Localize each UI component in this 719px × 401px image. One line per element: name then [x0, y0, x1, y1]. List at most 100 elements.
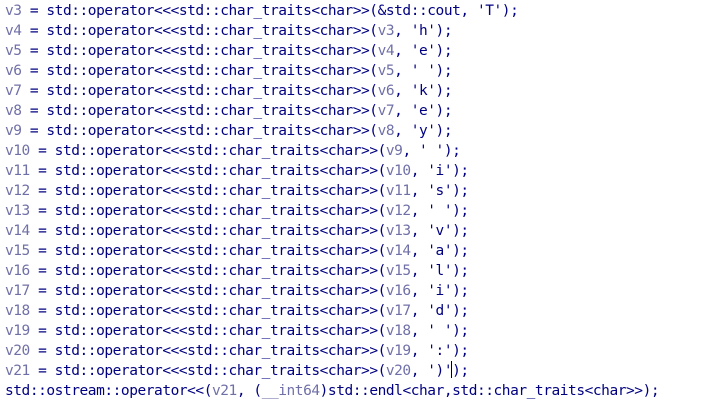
variable-token[interactable]: v5	[5, 43, 22, 59]
code-token: = std::operator<<<std::char_traits<char>…	[29, 343, 386, 359]
code-token: , 'i');	[410, 283, 469, 299]
variable-token[interactable]: v7	[378, 103, 395, 119]
variable-token[interactable]: v12	[5, 183, 30, 199]
code-line[interactable]: v6 = std::operator<<<std::char_traits<ch…	[5, 61, 719, 81]
variable-token[interactable]: v17	[5, 283, 30, 299]
variable-token[interactable]: v21	[5, 363, 30, 379]
variable-token[interactable]: v5	[378, 63, 395, 79]
code-token: , 'i');	[410, 163, 469, 179]
code-token: = std::operator<<<std::char_traits<char>…	[29, 223, 386, 239]
variable-token[interactable]: v13	[386, 223, 411, 239]
code-line[interactable]: v13 = std::operator<<<std::char_traits<c…	[5, 201, 719, 221]
variable-token[interactable]: v14	[386, 243, 411, 259]
code-token: );	[452, 363, 469, 379]
variable-token[interactable]: v6	[5, 63, 22, 79]
variable-token[interactable]: v16	[386, 283, 411, 299]
code-line[interactable]: v3 = std::operator<<<std::char_traits<ch…	[5, 1, 719, 21]
code-token: = std::operator<<<std::char_traits<char>…	[29, 183, 386, 199]
variable-token[interactable]: v11	[386, 183, 411, 199]
code-token: = std::operator<<<std::char_traits<char>…	[21, 123, 378, 139]
code-token: = std::operator<<<std::char_traits<char>…	[29, 323, 386, 339]
code-token: = std::operator<<<std::char_traits<char>…	[29, 263, 386, 279]
variable-token[interactable]: v18	[5, 303, 30, 319]
code-line[interactable]: v19 = std::operator<<<std::char_traits<c…	[5, 321, 719, 341]
variable-token[interactable]: v8	[378, 123, 395, 139]
variable-token[interactable]: v15	[5, 243, 30, 259]
code-token: )std::endl<char,std::char_traits<char>>)…	[319, 383, 660, 399]
code-token: = std::operator<<<std::char_traits<char>…	[21, 103, 378, 119]
code-token: , 'e');	[394, 43, 453, 59]
code-token: , ')'	[410, 363, 453, 379]
variable-token[interactable]: v11	[5, 163, 30, 179]
code-token: = std::operator<<<std::char_traits<char>…	[29, 283, 386, 299]
variable-token[interactable]: v8	[5, 103, 22, 119]
code-token: = std::operator<<<std::char_traits<char>…	[29, 203, 386, 219]
variable-token[interactable]: v16	[5, 263, 30, 279]
variable-token[interactable]: v21	[212, 383, 237, 399]
code-line[interactable]: v21 = std::operator<<<std::char_traits<c…	[5, 361, 719, 381]
variable-token[interactable]: v10	[5, 143, 30, 159]
code-token: , ' ');	[394, 63, 453, 79]
code-token: = std::operator<<<std::char_traits<char>…	[29, 243, 386, 259]
variable-token[interactable]: v3	[378, 23, 395, 39]
code-line[interactable]: v4 = std::operator<<<std::char_traits<ch…	[5, 21, 719, 41]
variable-token[interactable]: v6	[378, 83, 395, 99]
variable-token[interactable]: v3	[5, 3, 22, 19]
code-token: = std::operator<<<std::char_traits<char>…	[29, 303, 386, 319]
code-token: , 's');	[410, 183, 469, 199]
code-token: , ' ');	[402, 143, 461, 159]
code-line[interactable]: v5 = std::operator<<<std::char_traits<ch…	[5, 41, 719, 61]
variable-token[interactable]: v18	[386, 323, 411, 339]
code-token: = std::operator<<<std::char_traits<char>…	[21, 23, 378, 39]
code-token: , 'e');	[394, 103, 453, 119]
variable-token[interactable]: v9	[386, 143, 403, 159]
variable-token[interactable]: v4	[378, 43, 395, 59]
code-line[interactable]: v17 = std::operator<<<std::char_traits<c…	[5, 281, 719, 301]
variable-token[interactable]: v20	[386, 363, 411, 379]
code-line[interactable]: v12 = std::operator<<<std::char_traits<c…	[5, 181, 719, 201]
variable-token[interactable]: v13	[5, 203, 30, 219]
code-token: = std::operator<<<std::char_traits<char>…	[21, 3, 519, 19]
variable-token[interactable]: v4	[5, 23, 22, 39]
variable-token[interactable]: v12	[386, 203, 411, 219]
variable-token[interactable]: v7	[5, 83, 22, 99]
code-line[interactable]: v20 = std::operator<<<std::char_traits<c…	[5, 341, 719, 361]
code-line[interactable]: v7 = std::operator<<<std::char_traits<ch…	[5, 81, 719, 101]
code-token: , 'v');	[410, 223, 469, 239]
code-token: = std::operator<<<std::char_traits<char>…	[29, 143, 386, 159]
code-token: , 'k');	[394, 83, 453, 99]
code-token: , ' ');	[410, 323, 469, 339]
variable-token[interactable]: v14	[5, 223, 30, 239]
code-token: std::ostream::operator<<(	[5, 383, 212, 399]
code-line[interactable]: v18 = std::operator<<<std::char_traits<c…	[5, 301, 719, 321]
code-line[interactable]: std::ostream::operator<<(v21, (__int64)s…	[5, 381, 719, 401]
code-token: = std::operator<<<std::char_traits<char>…	[29, 363, 386, 379]
code-token: , 'l');	[410, 263, 469, 279]
code-line[interactable]: v16 = std::operator<<<std::char_traits<c…	[5, 261, 719, 281]
variable-token[interactable]: v15	[386, 263, 411, 279]
variable-token[interactable]: v19	[386, 343, 411, 359]
code-line[interactable]: v15 = std::operator<<<std::char_traits<c…	[5, 241, 719, 261]
code-line[interactable]: v9 = std::operator<<<std::char_traits<ch…	[5, 121, 719, 141]
code-line[interactable]: v11 = std::operator<<<std::char_traits<c…	[5, 161, 719, 181]
code-line[interactable]: v8 = std::operator<<<std::char_traits<ch…	[5, 101, 719, 121]
variable-token[interactable]: __int64	[262, 383, 320, 399]
code-line[interactable]: v14 = std::operator<<<std::char_traits<c…	[5, 221, 719, 241]
variable-token[interactable]: v19	[5, 323, 30, 339]
code-token: , 'a');	[410, 243, 469, 259]
code-token: , ':');	[410, 343, 469, 359]
code-token: = std::operator<<<std::char_traits<char>…	[21, 43, 378, 59]
code-token: , 'y');	[394, 123, 453, 139]
variable-token[interactable]: v10	[386, 163, 411, 179]
decompiler-code-view[interactable]: v3 = std::operator<<<std::char_traits<ch…	[5, 1, 719, 401]
variable-token[interactable]: v20	[5, 343, 30, 359]
code-token: = std::operator<<<std::char_traits<char>…	[29, 163, 386, 179]
variable-token[interactable]: v9	[5, 123, 22, 139]
code-token: , ' ');	[410, 203, 469, 219]
code-token: = std::operator<<<std::char_traits<char>…	[21, 63, 378, 79]
code-token: , 'd');	[410, 303, 469, 319]
code-line[interactable]: v10 = std::operator<<<std::char_traits<c…	[5, 141, 719, 161]
code-token: , (	[236, 383, 262, 399]
variable-token[interactable]: v17	[386, 303, 411, 319]
code-token: , 'h');	[394, 23, 453, 39]
